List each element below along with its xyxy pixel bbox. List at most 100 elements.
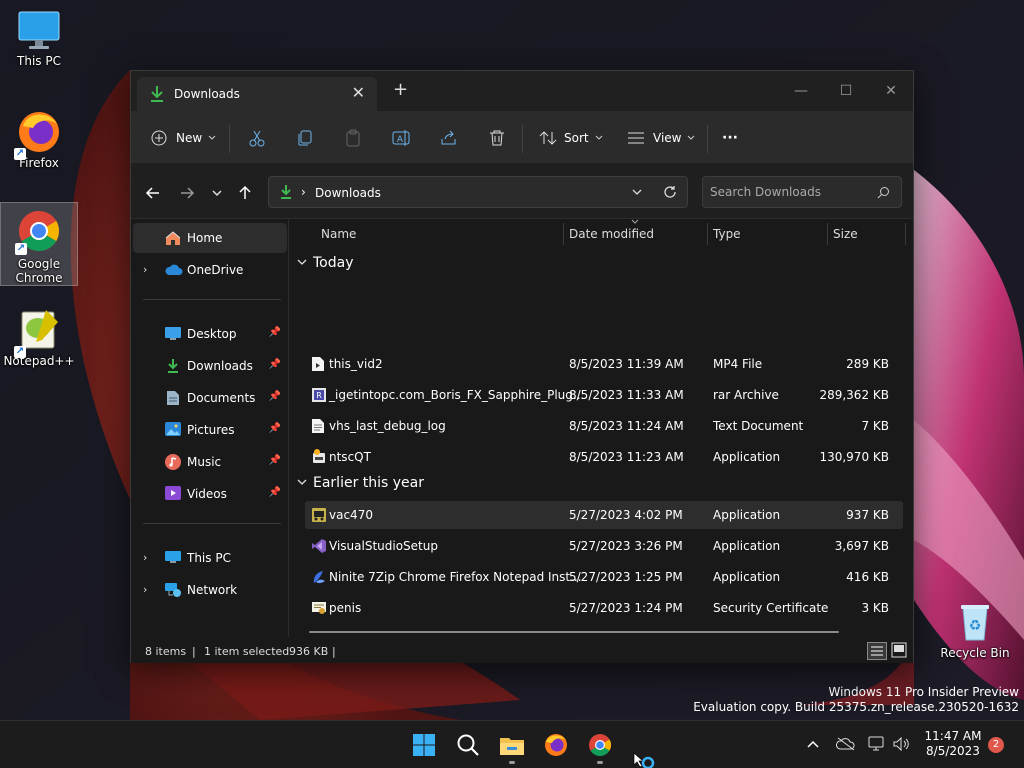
- file-row[interactable]: VisualStudioSetup 5/27/2023 3:26 PM Appl…: [305, 532, 903, 560]
- desktop-folder-icon: [165, 327, 181, 340]
- desktop-icon-chrome[interactable]: ↗ Google Chrome: [0, 202, 78, 286]
- expand-chevron-icon[interactable]: ›: [143, 551, 147, 564]
- application-icon: [312, 508, 326, 522]
- pin-icon[interactable]: 📌: [269, 455, 281, 466]
- up-arrow-icon[interactable]: [235, 183, 255, 203]
- column-separator[interactable]: [905, 223, 906, 245]
- sort-indicator-icon: [631, 219, 639, 224]
- forward-arrow-icon[interactable]: [177, 183, 197, 203]
- copy-button[interactable]: [296, 125, 314, 151]
- show-hidden-icons-chevron-icon[interactable]: [806, 739, 820, 749]
- new-tab-icon[interactable]: +: [393, 81, 408, 99]
- file-name: Ninite 7Zip Chrome Firefox Notepad Inst.…: [329, 570, 582, 584]
- file-row[interactable]: ntscQT 8/5/2023 11:23 AM Application 130…: [305, 443, 903, 471]
- address-dropdown-icon[interactable]: [632, 189, 642, 197]
- start-windows-icon[interactable]: [410, 731, 438, 759]
- download-arrow-icon: [151, 86, 163, 102]
- column-header-date[interactable]: Date modified: [569, 227, 654, 241]
- nav-item-pictures[interactable]: Pictures 📌: [133, 415, 287, 445]
- nav-item-downloads[interactable]: Downloads 📌: [133, 351, 287, 381]
- recent-chevron-icon[interactable]: [207, 183, 227, 203]
- maximize-icon[interactable]: ☐: [826, 79, 866, 103]
- nav-item-onedrive[interactable]: › OneDrive: [133, 255, 287, 285]
- notification-badge[interactable]: 2: [988, 737, 1004, 753]
- file-row[interactable]: penis 5/27/2023 1:24 PM Security Certifi…: [305, 594, 903, 622]
- desktop-icon-label: Recycle Bin: [940, 646, 1010, 660]
- search-input[interactable]: Search Downloads: [702, 176, 902, 208]
- column-headers: Name Date modified Type Size: [291, 219, 913, 249]
- group-header-earlier-this-year[interactable]: Earlier this year: [297, 475, 424, 491]
- chrome-icon[interactable]: [586, 731, 614, 759]
- pin-icon[interactable]: 📌: [269, 327, 281, 338]
- paste-button[interactable]: [344, 125, 362, 151]
- nav-item-documents[interactable]: Documents 📌: [133, 383, 287, 413]
- horizontal-scrollbar[interactable]: [309, 631, 839, 633]
- new-button[interactable]: New: [151, 125, 216, 151]
- pin-icon[interactable]: 📌: [269, 359, 281, 370]
- sort-button[interactable]: Sort: [539, 125, 603, 151]
- expand-chevron-icon[interactable]: ›: [143, 583, 147, 596]
- column-separator[interactable]: [707, 223, 708, 245]
- close-tab-icon[interactable]: ✕: [352, 83, 365, 102]
- file-row[interactable]: this_vid2 8/5/2023 11:39 AM MP4 File 289…: [305, 350, 903, 378]
- delete-button[interactable]: [488, 125, 506, 151]
- navigation-pane: Home › OneDrive Desktop 📌 Downloads 📌 Do…: [131, 219, 289, 637]
- desktop-icon-firefox[interactable]: ↗ Firefox: [0, 104, 78, 174]
- nav-item-music[interactable]: Music 📌: [133, 447, 287, 477]
- column-header-type[interactable]: Type: [713, 227, 741, 241]
- title-bar[interactable]: Downloads ✕ + — ☐ ✕: [131, 71, 913, 111]
- nav-item-this-pc[interactable]: › This PC: [133, 543, 287, 573]
- nav-item-desktop[interactable]: Desktop 📌: [133, 319, 287, 349]
- clock[interactable]: 11:47 AM 8/5/2023: [924, 729, 982, 759]
- file-explorer-icon[interactable]: [498, 731, 526, 759]
- desktop-icon-recycle-bin[interactable]: ♻ Recycle Bin: [936, 596, 1014, 666]
- firefox-icon[interactable]: [542, 731, 570, 759]
- file-row[interactable]: vhs_last_debug_log 8/5/2023 11:24 AM Tex…: [305, 412, 903, 440]
- desktop-icon-notepadpp[interactable]: ↗ Notepad++: [0, 302, 78, 372]
- cut-button[interactable]: [248, 125, 266, 151]
- share-button[interactable]: [440, 125, 458, 151]
- file-row[interactable]: Ninite 7Zip Chrome Firefox Notepad Inst.…: [305, 563, 903, 591]
- breadcrumb-downloads[interactable]: Downloads: [315, 186, 381, 200]
- chevron-down-icon: [688, 135, 695, 140]
- file-type: Text Document: [713, 419, 804, 433]
- see-more-button[interactable]: ···: [722, 125, 738, 151]
- onedrive-offline-icon[interactable]: [836, 737, 856, 751]
- file-date: 8/5/2023 11:33 AM: [569, 388, 684, 402]
- file-row[interactable]: R _igetintopc.com_Boris_FX_Sapphire_Plug…: [305, 381, 903, 409]
- refresh-icon[interactable]: [663, 185, 677, 199]
- expand-chevron-icon[interactable]: ›: [143, 263, 147, 276]
- volume-icon[interactable]: [892, 736, 910, 752]
- nav-item-home[interactable]: Home: [133, 223, 287, 253]
- close-window-icon[interactable]: ✕: [871, 79, 911, 103]
- pin-icon[interactable]: 📌: [269, 391, 281, 402]
- nav-item-videos[interactable]: Videos 📌: [133, 479, 287, 509]
- trash-icon: [490, 130, 504, 146]
- desktop-icon-this-pc[interactable]: This PC: [0, 6, 78, 76]
- column-header-name[interactable]: Name: [321, 227, 356, 241]
- rename-button[interactable]: A: [392, 125, 410, 151]
- file-row[interactable]: vac470 5/27/2023 4:02 PM Application 937…: [305, 501, 903, 529]
- music-icon: [165, 454, 181, 470]
- column-separator[interactable]: [827, 223, 828, 245]
- view-button[interactable]: View: [627, 125, 695, 151]
- details-view-icon[interactable]: [867, 642, 887, 660]
- minimize-icon[interactable]: —: [781, 79, 821, 103]
- address-bar[interactable]: › Downloads: [268, 176, 688, 208]
- large-icons-view-icon[interactable]: [891, 642, 907, 658]
- file-explorer-window[interactable]: Downloads ✕ + — ☐ ✕ New A Sort View ··· …: [130, 70, 914, 663]
- search-icon[interactable]: [454, 731, 482, 759]
- download-arrow-icon: [168, 359, 178, 373]
- nav-item-network[interactable]: › Network: [133, 575, 287, 605]
- network-monitor-icon[interactable]: [868, 736, 886, 752]
- svg-text:♻: ♻: [969, 618, 982, 634]
- group-header-today[interactable]: Today: [297, 255, 354, 271]
- sort-button-label: Sort: [564, 131, 589, 145]
- back-arrow-icon[interactable]: [143, 183, 163, 203]
- column-header-size[interactable]: Size: [833, 227, 858, 241]
- pin-icon[interactable]: 📌: [269, 423, 281, 434]
- tab-downloads[interactable]: Downloads ✕: [137, 77, 377, 111]
- recycle-bin-icon: ♻: [961, 605, 989, 641]
- pin-icon[interactable]: 📌: [269, 487, 281, 498]
- column-separator[interactable]: [563, 223, 564, 245]
